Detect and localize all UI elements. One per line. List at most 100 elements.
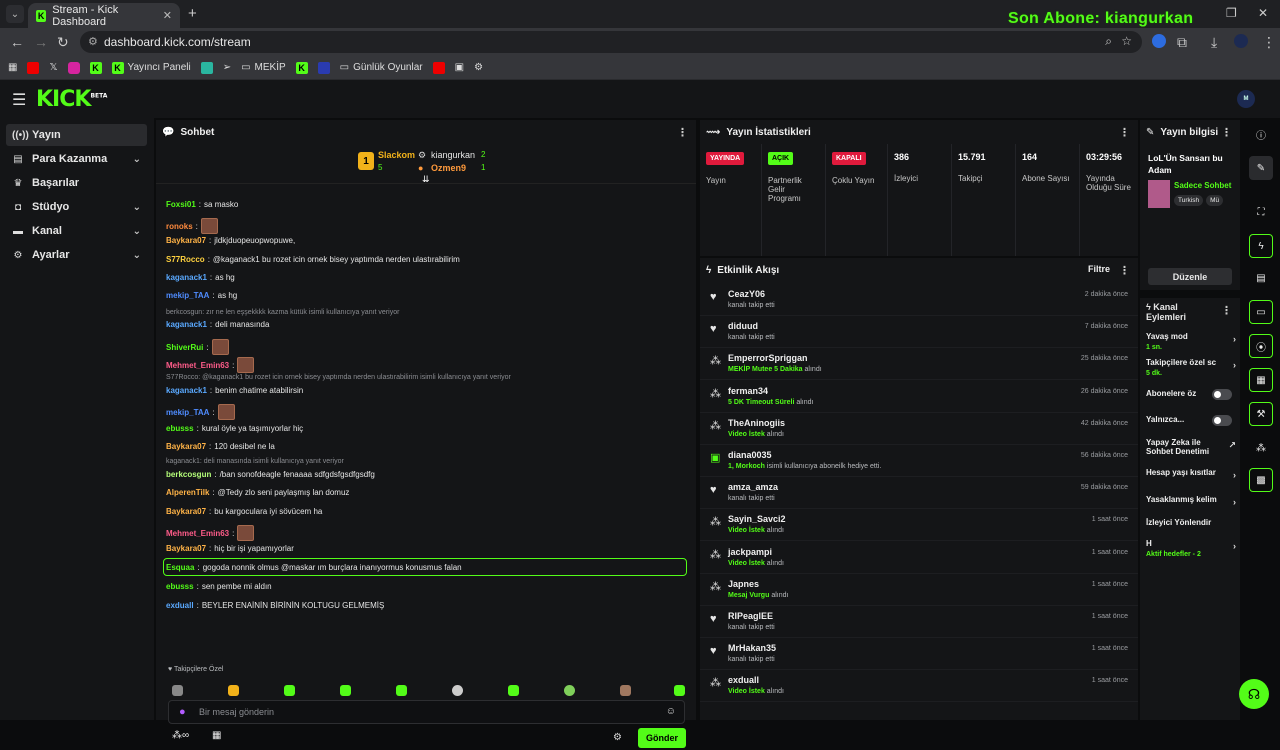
apps-icon[interactable]: ▦ (8, 62, 17, 73)
calendar-icon[interactable]: ▦ (1249, 368, 1273, 392)
bookmark-game[interactable]: ▣ (455, 62, 464, 73)
sidebar-item-kanal[interactable]: ▬ Kanal ⌄ (6, 220, 147, 242)
sidebar-item-yayin[interactable]: ((•)) Yayın (6, 124, 147, 146)
tag-chip[interactable]: Turkish (1174, 195, 1204, 206)
notes-icon[interactable]: ▤ (1249, 266, 1273, 290)
filter-button[interactable]: Filtre (1088, 264, 1110, 274)
menu-icon[interactable]: ☰ (12, 90, 26, 110)
toggle-switch[interactable] (1212, 389, 1232, 400)
edit-button[interactable]: Düzenle (1148, 268, 1232, 285)
more-options-icon[interactable]: ⋮ (677, 126, 688, 139)
emote-icon[interactable] (508, 685, 519, 696)
chat-username[interactable]: Mehmet_Emin63 (166, 529, 229, 538)
bookmark-x[interactable]: 𝕏 (49, 62, 57, 73)
chat-username[interactable]: Esquaa (166, 563, 194, 572)
bookmark-blue[interactable] (317, 61, 330, 74)
emote-icon[interactable] (674, 685, 685, 696)
chat-username[interactable]: Baykara07 (166, 544, 206, 553)
extension-icon[interactable] (1152, 34, 1166, 48)
activity-username[interactable]: Japnes (728, 579, 759, 589)
activity-item[interactable]: ♥ RIPeaglEE kanalı takip etti 1 saat önce (700, 606, 1138, 638)
user-avatar[interactable]: M (1237, 90, 1255, 108)
channel-action-item[interactable]: Yavaş mod 1 sn. › (1146, 332, 1236, 351)
broadcast-icon[interactable]: ⦿ (1249, 334, 1273, 358)
activity-username[interactable]: Sayin_Savci2 (728, 514, 786, 524)
more-options-icon[interactable]: ⋮ (1221, 126, 1232, 139)
chat-username[interactable]: kaganack1 (166, 273, 207, 282)
close-tab-icon[interactable]: ✕ (163, 9, 172, 22)
emote-icon[interactable] (340, 685, 351, 696)
mod-view-icon[interactable]: ⛶ (1249, 200, 1273, 224)
tab-search-icon[interactable]: ⌄ (6, 5, 24, 23)
activity-item[interactable]: ♥ CeazY06 kanalı takip etti 2 dakika önce (700, 284, 1138, 316)
channel-action-item[interactable]: Yasaklanmış kelim › (1146, 495, 1236, 507)
emote-icon[interactable] (228, 685, 239, 696)
chat-username[interactable]: berkcosgun (166, 470, 211, 479)
chat-username[interactable]: Mehmet_Emin63 (166, 361, 229, 370)
new-tab-icon[interactable]: + (188, 5, 197, 22)
download-icon[interactable]: ⤓ (1211, 34, 1217, 51)
chat-settings-icon[interactable]: ⚙ (613, 732, 622, 743)
sidebar-item-para-kazanma[interactable]: ▤ Para Kazanma ⌄ (6, 148, 147, 170)
bookmark-mekip[interactable]: ▭ MEKİP (241, 62, 286, 73)
more-options-icon[interactable]: ⋮ (1119, 126, 1130, 139)
activity-username[interactable]: EmperrorSpriggan (728, 353, 808, 363)
bookmark-teal[interactable] (200, 61, 213, 74)
emote-icon[interactable] (620, 685, 631, 696)
bookmark-youtube[interactable] (27, 61, 40, 74)
bookmark-youtube-2[interactable] (432, 61, 445, 74)
chat-username[interactable]: mekip_TAA (166, 408, 209, 417)
points-icon[interactable]: ⁂∞ (172, 730, 189, 741)
chat-username[interactable]: AlperenTilk (166, 488, 209, 497)
emoji-icon[interactable]: ☺ (666, 706, 676, 717)
activity-item[interactable]: ♥ amza_amza kanalı takip etti 59 dakika önc… (700, 477, 1138, 510)
activity-username[interactable]: exduall (728, 675, 759, 685)
activity-username[interactable]: CeazY06 (728, 289, 765, 299)
activity-item[interactable]: ♥ MrHakan35 kanalı takip etti 1 saat önce (700, 638, 1138, 671)
channel-action-item[interactable]: Yapay Zeka ile Sohbet Denetimi ↗ (1146, 438, 1236, 458)
wrench-icon[interactable]: ⚒ (1249, 402, 1273, 426)
reload-icon[interactable]: ↻ (57, 34, 69, 51)
bookmark-kick[interactable]: K (89, 61, 102, 74)
zoom-icon[interactable]: ⌕ (1105, 34, 1112, 49)
address-bar[interactable]: ⚙ dashboard.kick.com/stream ⌕ ☆ (80, 31, 1142, 53)
chat-username[interactable]: ronoks (166, 222, 193, 231)
site-info-icon[interactable]: ⚙ (88, 35, 98, 48)
store-icon[interactable]: ▦ (212, 730, 221, 741)
activity-username[interactable]: TheAninogiis (728, 418, 785, 428)
activity-username[interactable]: jackpampi (728, 547, 772, 557)
sidebar-item-studyo[interactable]: ◘ Stüdyo ⌄ (6, 196, 147, 218)
channel-action-item[interactable]: Takipçilere özel sc 5 dk. › (1146, 358, 1236, 377)
bookmark-yayinci-paneli[interactable]: K Yayıncı Paneli (111, 61, 191, 74)
activity-username[interactable]: MrHakan35 (728, 643, 776, 653)
chat-username[interactable]: S77Rocco (166, 255, 205, 264)
chat-username[interactable]: ebusss (166, 424, 194, 433)
emote-icon[interactable] (452, 685, 463, 696)
stream-category[interactable]: Sadece Sohbet (1174, 181, 1236, 190)
emote-icon[interactable] (396, 685, 407, 696)
sidebar-item-ayarlar[interactable]: ⚙ Ayarlar ⌄ (6, 244, 147, 266)
bookmark-gunluk-oyunlar[interactable]: ▭ Günlük Oyunlar (340, 62, 423, 73)
chat-username[interactable]: mekip_TAA (166, 291, 209, 300)
close-window-icon[interactable]: ✕ (1258, 6, 1268, 20)
channel-action-item[interactable]: İzleyici Yönlendir (1146, 518, 1236, 529)
chat-input[interactable]: ● Bir mesaj gönderin ☺ (168, 700, 685, 724)
more-options-icon[interactable]: ⋮ (1119, 264, 1130, 277)
chat-username[interactable]: Baykara07 (166, 236, 206, 245)
expand-leaderboard-icon[interactable]: ⇊ (422, 174, 430, 185)
activity-item[interactable]: ♥ diduud kanalı takip etti 7 dakika önce (700, 316, 1138, 349)
sidebar-item-basarilar[interactable]: ♛ Başarılar (6, 172, 147, 194)
emote-icon[interactable] (284, 685, 295, 696)
browser-menu-icon[interactable]: ⋮ (1262, 34, 1276, 51)
chat-username[interactable]: exduall (166, 601, 194, 610)
bookmark-kick-2[interactable]: K (295, 61, 308, 74)
bookmark-arrow[interactable]: ➢ (223, 62, 231, 73)
chat-username[interactable]: Baykara07 (166, 507, 206, 516)
activity-item[interactable]: ⁂ ferman34 5 DK Timeout Süreli alındı 26 da… (700, 381, 1138, 413)
chat-username[interactable]: ebusss (166, 582, 194, 591)
browser-tab[interactable]: K Stream - Kick Dashboard ✕ (28, 3, 180, 28)
back-icon[interactable]: ← (10, 34, 24, 50)
chat-username[interactable]: kaganack1 (166, 386, 207, 395)
activity-item[interactable]: ⁂ jackpampi Video İstek alındı 1 saat önce (700, 542, 1138, 574)
emote-icon[interactable] (172, 685, 183, 696)
